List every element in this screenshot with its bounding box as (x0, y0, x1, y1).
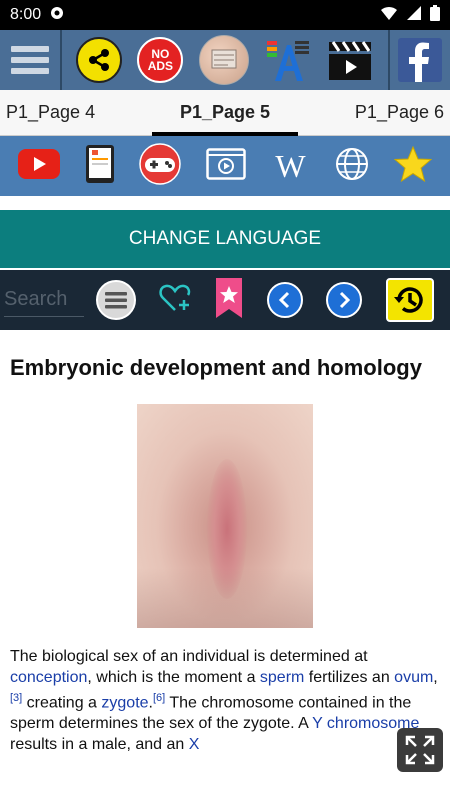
tab-page-4[interactable]: P1_Page 4 (0, 90, 101, 136)
image-shade (137, 568, 313, 628)
link-zygote[interactable]: zygote (101, 694, 148, 711)
font-letter-a-icon (266, 41, 309, 81)
expand-arrows-icon (405, 735, 435, 765)
bookmark-button[interactable] (215, 277, 243, 324)
paragraph-text: results in a male, and an (10, 736, 189, 754)
video-player-button[interactable] (206, 147, 246, 185)
article-paragraph: The biological sex of an individual is d… (10, 648, 438, 754)
tab-page-5[interactable]: P1_Page 5 (151, 90, 299, 136)
chevron-right-icon (340, 291, 351, 309)
ebook-button[interactable] (85, 144, 115, 189)
history-icon (394, 287, 423, 313)
web-browser-button[interactable] (335, 147, 369, 186)
signal-icon (406, 5, 422, 26)
nav-icons (84, 277, 446, 324)
history-button[interactable] (386, 278, 435, 322)
facebook-icon (398, 38, 442, 82)
next-page-button[interactable] (326, 282, 363, 318)
battery-icon (430, 4, 440, 26)
link-x[interactable]: X (189, 736, 200, 753)
article-image[interactable] (137, 404, 313, 628)
facebook-button[interactable] (390, 30, 450, 90)
article-title: Embryonic development and homology (10, 355, 422, 380)
page-tabs: P1_Page 4 P1_Page 5 P1_Page 6 (0, 90, 450, 136)
youtube-icon (18, 148, 61, 179)
font-size-button[interactable] (265, 37, 311, 83)
search-nav-bar (0, 270, 450, 330)
share-icon (88, 49, 109, 71)
paragraph-text: fertilizes an (304, 669, 395, 686)
tab-page-6[interactable]: P1_Page 6 (349, 90, 450, 136)
bookmark-star-icon (216, 277, 243, 318)
chevron-left-icon (278, 291, 289, 309)
contents-menu-button[interactable] (95, 280, 136, 320)
share-button[interactable] (75, 37, 122, 83)
gamepad-icon (139, 142, 182, 185)
top-toolbar: NO ADS (0, 30, 450, 90)
other-app-thumbnail-button[interactable] (198, 35, 249, 85)
link-ovum[interactable]: ovum (394, 669, 433, 686)
citation-6[interactable]: [6] (153, 692, 165, 704)
settings-gear-icon (49, 5, 65, 26)
clapperboard-icon (329, 41, 372, 80)
wikipedia-button[interactable]: W (271, 146, 311, 186)
search-input[interactable] (4, 283, 84, 317)
menu-button[interactable] (0, 30, 60, 90)
video-button[interactable] (326, 37, 374, 83)
tablet-book-icon (85, 144, 114, 183)
globe-icon (336, 147, 369, 180)
status-bar: 8:00 (0, 0, 450, 30)
favorites-button[interactable] (393, 145, 432, 187)
list-menu-icon (104, 292, 127, 309)
no-ads-button[interactable]: NO ADS (137, 37, 184, 83)
fullscreen-button[interactable] (397, 728, 443, 772)
add-favorite-button[interactable] (159, 283, 191, 318)
paragraph-text: The biological sex of an individual is d… (10, 648, 368, 665)
toolbar-icons: NO ADS (62, 35, 388, 85)
status-time: 8:00 (10, 6, 42, 23)
youtube-button[interactable] (18, 148, 61, 184)
wifi-icon (380, 5, 398, 26)
star-icon (393, 145, 432, 182)
hamburger-icon (11, 41, 49, 79)
previous-page-button[interactable] (266, 282, 303, 318)
citation-3[interactable]: [3] (10, 692, 22, 704)
thumbnail-image-icon (211, 49, 237, 69)
article-content: Embryonic development and homology The b… (0, 330, 450, 800)
heart-plus-icon (159, 284, 191, 311)
games-button[interactable] (139, 142, 182, 190)
link-sperm[interactable]: sperm (260, 669, 304, 686)
change-language-button[interactable]: CHANGE LANGUAGE (0, 210, 450, 268)
link-conception[interactable]: conception (10, 669, 87, 686)
no-ads-label-line2: ADS (147, 59, 174, 73)
wikipedia-icon: W (275, 147, 306, 184)
paragraph-text: creating a (22, 694, 102, 712)
video-player-icon (206, 147, 246, 180)
apps-bar: W (0, 136, 450, 196)
paragraph-text: , which is the moment a (87, 669, 260, 686)
